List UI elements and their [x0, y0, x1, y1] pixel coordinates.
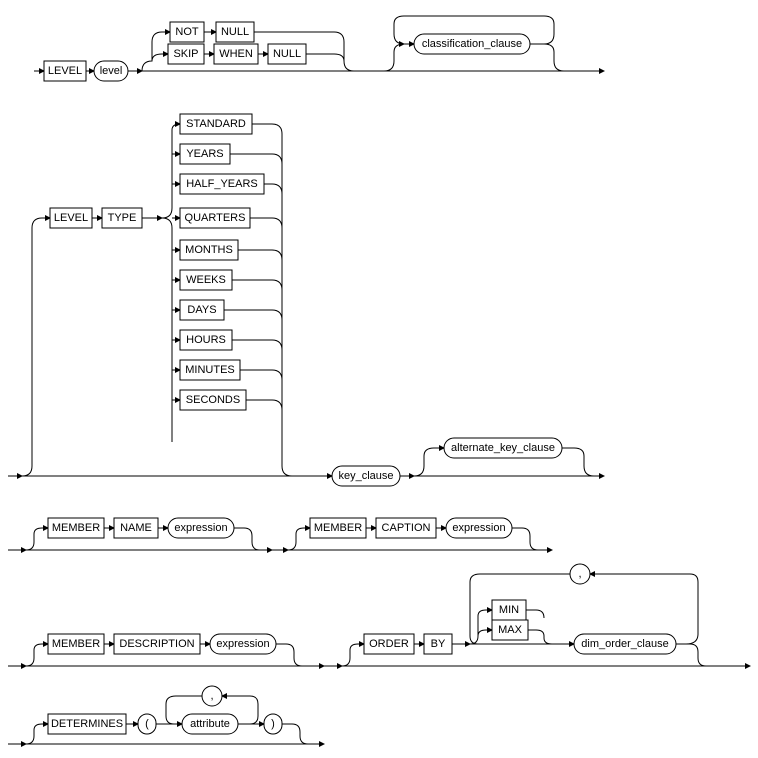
- svg-text:STANDARD: STANDARD: [186, 118, 246, 130]
- skip-keyword-label: SKIP: [173, 48, 198, 60]
- not-keyword-label: NOT: [175, 26, 199, 38]
- svg-text:MONTHS: MONTHS: [185, 244, 233, 256]
- level-keyword-2-label: LEVEL: [54, 212, 88, 224]
- svg-text:MAX: MAX: [498, 624, 523, 636]
- svg-text:,: ,: [210, 690, 213, 702]
- svg-text:attribute: attribute: [190, 718, 230, 730]
- svg-text:,: ,: [578, 568, 581, 580]
- svg-text:MEMBER: MEMBER: [52, 522, 100, 534]
- svg-text:MIN: MIN: [499, 604, 519, 616]
- alternate-key-clause-label: alternate_key_clause: [451, 442, 555, 454]
- svg-text:HOURS: HOURS: [186, 334, 226, 346]
- svg-text:expression: expression: [174, 522, 227, 534]
- null-keyword-1-label: NULL: [221, 26, 249, 38]
- svg-text:ORDER: ORDER: [369, 638, 409, 650]
- svg-text:DESCRIPTION: DESCRIPTION: [119, 638, 194, 650]
- svg-text:YEARS: YEARS: [186, 148, 223, 160]
- svg-text:MEMBER: MEMBER: [52, 638, 100, 650]
- svg-text:DETERMINES: DETERMINES: [51, 718, 123, 730]
- classification-clause-label: classification_clause: [422, 38, 522, 50]
- svg-text:expression: expression: [216, 638, 269, 650]
- row-member-name-caption: MEMBER NAME expression MEMBER CAPTION ex…: [8, 518, 552, 550]
- svg-text:MINUTES: MINUTES: [185, 364, 235, 376]
- svg-text:WEEKS: WEEKS: [186, 274, 226, 286]
- svg-text:expression: expression: [452, 522, 505, 534]
- time-type-options: STANDARD YEARS HALF_YEARS QUARTERS MONTH…: [172, 114, 282, 410]
- row-determines: DETERMINES ( attribute , ): [8, 686, 324, 744]
- svg-text:dim_order_clause: dim_order_clause: [581, 638, 668, 650]
- row-member-desc-orderby: MEMBER DESCRIPTION expression ORDER BY M…: [8, 564, 750, 666]
- type-keyword-label: TYPE: [108, 212, 137, 224]
- key-clause-label: key_clause: [338, 470, 393, 482]
- svg-text:BY: BY: [431, 638, 446, 650]
- svg-text:DAYS: DAYS: [187, 304, 216, 316]
- level-nonterminal-label: level: [100, 65, 123, 77]
- svg-text:HALF_YEARS: HALF_YEARS: [186, 178, 258, 190]
- svg-text:NAME: NAME: [120, 522, 152, 534]
- svg-text:CAPTION: CAPTION: [382, 522, 431, 534]
- svg-text:SECONDS: SECONDS: [186, 394, 240, 406]
- svg-text:QUARTERS: QUARTERS: [185, 212, 246, 224]
- when-keyword-label: WHEN: [219, 48, 253, 60]
- null-keyword-2-label: NULL: [273, 48, 301, 60]
- svg-text:(: (: [145, 718, 149, 730]
- row-level-type: LEVEL TYPE STANDARD YEARS HALF_YEARS QUA…: [8, 114, 604, 486]
- row-level-header: LEVEL level NOT NULL SKIP WHEN NULL clas…: [34, 16, 604, 81]
- level-keyword-label: LEVEL: [48, 65, 82, 77]
- svg-text:MEMBER: MEMBER: [314, 522, 362, 534]
- svg-text:): ): [271, 718, 275, 730]
